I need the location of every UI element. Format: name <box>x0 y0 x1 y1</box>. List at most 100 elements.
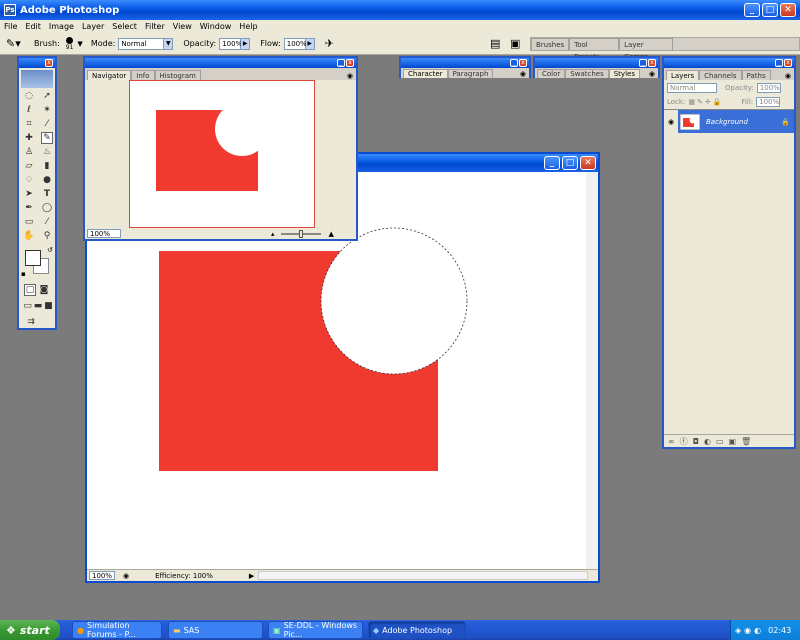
doc-maximize-button[interactable]: □ <box>562 156 578 170</box>
toolbox-title-bar[interactable]: x <box>19 58 55 68</box>
menu-filter[interactable]: Filter <box>145 22 165 31</box>
lock-position-icon[interactable]: ✛ <box>705 98 711 106</box>
lasso-tool-icon[interactable]: ℓ <box>23 104 35 116</box>
brush-preset-picker[interactable]: 91 <box>66 36 73 51</box>
status-menu-arrow-icon[interactable]: ▶ <box>249 572 254 580</box>
link-layers-icon[interactable]: ∞ <box>668 437 675 446</box>
layer-style-icon[interactable]: ⓕ <box>680 436 688 447</box>
character-minimize-button[interactable]: _ <box>510 59 518 67</box>
shape-tool-icon[interactable]: ◯ <box>41 202 53 214</box>
tab-character[interactable]: Character <box>403 69 448 78</box>
layer-row-background[interactable]: ◉ Background 🔒 <box>664 109 794 134</box>
zoom-slider-handle[interactable] <box>298 229 303 238</box>
layer-opacity-input[interactable]: 100% <box>756 82 781 93</box>
clone-stamp-tool-icon[interactable]: ♙ <box>23 146 35 158</box>
tab-layers[interactable]: Layers <box>666 70 700 80</box>
vertical-scrollbar[interactable] <box>586 172 598 571</box>
layers-minimize-button[interactable]: _ <box>775 59 783 67</box>
dodge-tool-icon[interactable]: ● <box>41 174 53 186</box>
close-button[interactable]: ✕ <box>780 3 796 17</box>
doc-minimize-button[interactable]: _ <box>544 156 560 170</box>
delete-layer-icon[interactable]: 🗑 <box>741 437 751 446</box>
lock-transparency-icon[interactable]: ▦ <box>688 98 695 106</box>
taskbar-item-se-ddl[interactable]: ▣ SE-DDL - Windows Pic... <box>268 621 363 639</box>
file-browser-icon[interactable]: ▤ <box>490 37 500 50</box>
standard-screen-mode-icon[interactable]: ▭ <box>23 300 32 312</box>
start-button[interactable]: ❖ start <box>0 620 60 640</box>
flow-slider-icon[interactable]: ▶ <box>305 37 315 50</box>
mode-dropdown-icon[interactable]: ▼ <box>164 37 174 50</box>
zoom-tool-icon[interactable]: ⚲ <box>41 230 53 242</box>
layer-blend-mode-select[interactable]: Normal <box>667 82 717 93</box>
brush-tool-icon-active[interactable]: ✎ <box>41 132 53 144</box>
character-title-bar[interactable]: _ x <box>401 58 529 68</box>
brush-tool-icon[interactable]: ✎▾ <box>6 37 28 50</box>
flow-input[interactable]: 100% <box>283 37 307 50</box>
slice-tool-icon[interactable]: ⁄ <box>41 118 53 130</box>
brush-dropdown-icon[interactable]: ▼ <box>77 40 82 48</box>
tab-color[interactable]: Color <box>537 69 566 78</box>
swap-colors-icon[interactable]: ↺ <box>47 246 53 254</box>
pen-tool-icon[interactable]: ✒ <box>23 202 35 214</box>
tab-paths[interactable]: Paths <box>741 70 771 80</box>
taskbar-item-adobe-photoshop[interactable]: ◆ Adobe Photoshop <box>368 621 466 639</box>
blur-tool-icon[interactable]: ♢ <box>23 174 35 186</box>
layers-close-button[interactable]: x <box>784 59 792 67</box>
color-title-bar[interactable]: _ x <box>535 58 658 68</box>
navigator-preview[interactable] <box>129 80 315 228</box>
gradient-tool-icon[interactable]: ▮ <box>41 160 53 172</box>
layers-menu-icon[interactable]: ◉ <box>785 72 791 80</box>
character-close-button[interactable]: x <box>519 59 527 67</box>
tab-histogram[interactable]: Histogram <box>154 70 201 80</box>
navigator-zoom-field[interactable]: 100% <box>87 229 121 238</box>
quick-mask-mode-icon[interactable]: ◙ <box>38 284 50 296</box>
move-tool-icon[interactable]: ➚ <box>41 90 53 102</box>
adjustment-layer-icon[interactable]: ◐ <box>704 437 711 446</box>
fill-input[interactable]: 100% <box>756 97 781 107</box>
tray-clock[interactable]: 02:43 <box>768 626 791 635</box>
menu-help[interactable]: Help <box>239 22 257 31</box>
imageready-jump-icon[interactable]: ⇉ <box>25 316 37 328</box>
notes-tool-icon[interactable]: ▭ <box>23 216 35 228</box>
lock-all-icon[interactable]: 🔒 <box>713 98 722 106</box>
tab-navigator[interactable]: Navigator <box>87 70 132 80</box>
navigator-title-bar[interactable]: _ x <box>85 58 356 68</box>
magic-wand-tool-icon[interactable]: ✶ <box>41 104 53 116</box>
default-colors-icon[interactable]: ▪ <box>21 270 26 278</box>
full-screen-menu-mode-icon[interactable]: ▬ <box>33 300 43 312</box>
lock-image-icon[interactable]: ✎ <box>697 98 703 106</box>
navigator-menu-icon[interactable]: ◉ <box>347 72 353 80</box>
menu-window[interactable]: Window <box>200 22 232 31</box>
history-brush-tool-icon[interactable]: ♨ <box>41 146 53 158</box>
layer-visibility-eye-icon[interactable]: ◉ <box>664 109 678 134</box>
new-group-icon[interactable]: ▭ <box>716 437 724 446</box>
menu-image[interactable]: Image <box>49 22 74 31</box>
marquee-tool-icon[interactable]: ◌ <box>23 90 35 102</box>
mode-select[interactable]: Normal <box>118 37 165 50</box>
menu-select[interactable]: Select <box>112 22 137 31</box>
tab-info[interactable]: Info <box>131 70 155 80</box>
crop-tool-icon[interactable]: ⌗ <box>23 118 35 130</box>
horizontal-scrollbar[interactable] <box>258 571 589 580</box>
airbrush-icon[interactable]: ✈ <box>325 37 334 50</box>
tab-channels[interactable]: Channels <box>699 70 742 80</box>
character-menu-icon[interactable]: ◉ <box>520 70 526 78</box>
zoom-out-icon[interactable]: ▴ <box>271 230 275 238</box>
path-selection-tool-icon[interactable]: ➤ <box>23 188 35 200</box>
tab-swatches[interactable]: Swatches <box>565 69 609 78</box>
tray-security-icon[interactable]: ◐ <box>754 626 761 635</box>
status-info-icon[interactable]: ◉ <box>123 572 129 580</box>
navigator-minimize-button[interactable]: _ <box>337 59 345 67</box>
color-close-button[interactable]: x <box>648 59 656 67</box>
new-layer-icon[interactable]: ▣ <box>729 437 737 446</box>
navigator-close-button[interactable]: x <box>346 59 354 67</box>
doc-close-button[interactable]: ✕ <box>580 156 596 170</box>
well-tab-brushes[interactable]: Brushes <box>531 38 570 50</box>
menu-file[interactable]: File <box>4 22 17 31</box>
menu-view[interactable]: View <box>173 22 192 31</box>
palette-toggle-icon[interactable]: ▣ <box>510 37 520 50</box>
hand-tool-icon[interactable]: ✋ <box>23 230 35 242</box>
foreground-color-swatch[interactable] <box>25 250 41 266</box>
full-screen-mode-icon[interactable]: ■ <box>44 300 53 312</box>
eraser-tool-icon[interactable]: ▱ <box>23 160 35 172</box>
